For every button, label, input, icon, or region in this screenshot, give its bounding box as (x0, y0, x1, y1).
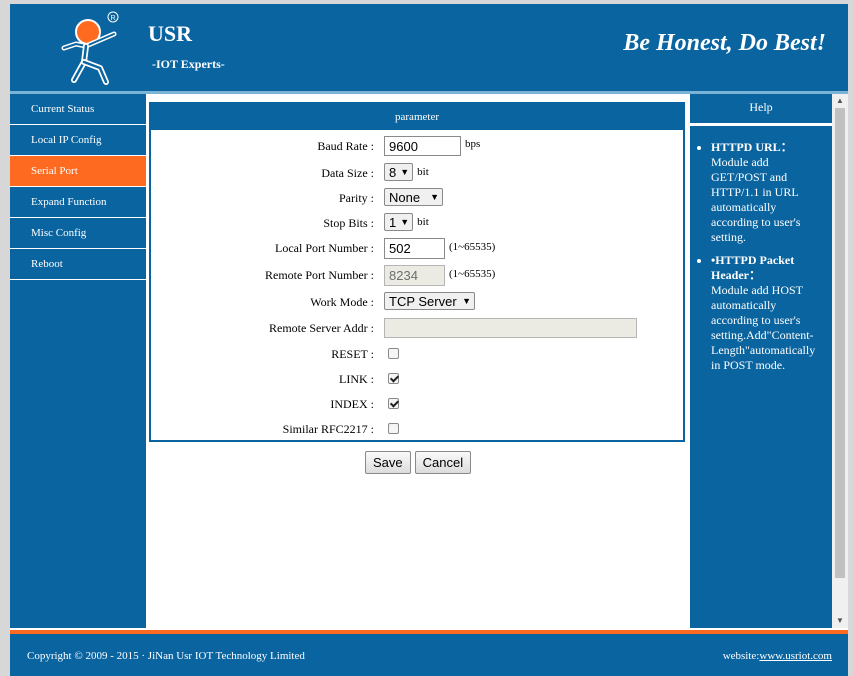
data-size-row: Data Size : 8 ▼ bit (151, 163, 683, 185)
sidebar: Current Status Local IP Config Serial Po… (10, 94, 146, 628)
parity-select[interactable]: None ▼ (384, 188, 443, 206)
chevron-down-icon: ▼ (400, 217, 410, 227)
page-header: R USR -IOT Experts- Be Honest, Do Best! (10, 4, 848, 94)
stop-bits-value: 1 (389, 214, 397, 230)
form-buttons: Save Cancel (365, 451, 472, 474)
save-button[interactable]: Save (365, 451, 411, 474)
sidebar-item-misc-config[interactable]: Misc Config (10, 218, 146, 249)
index-checkbox[interactable] (388, 398, 399, 409)
baud-rate-label: Baud Rate : (317, 139, 374, 153)
scroll-up-icon[interactable]: ▲ (832, 94, 848, 108)
remote-addr-input[interactable] (384, 318, 637, 338)
help-item-text: Module add GET/POST and HTTP/1.1 in URL … (711, 155, 801, 244)
help-list: HTTPD URL： Module add GET/POST and HTTP/… (690, 126, 832, 373)
window-frame-left (0, 0, 10, 676)
local-port-row: Local Port Number : 502 (1~65535) (151, 238, 683, 260)
work-mode-label: Work Mode : (310, 295, 374, 309)
page-footer: Copyright © 2009 - 2015 · JiNan Usr IOT … (10, 630, 848, 676)
sidebar-item-current-status[interactable]: Current Status (10, 94, 146, 125)
link-row: LINK : (151, 369, 683, 391)
sidebar-item-local-ip-config[interactable]: Local IP Config (10, 125, 146, 156)
link-checkbox[interactable] (388, 373, 399, 384)
stop-bits-unit: bit (417, 216, 429, 228)
local-port-label: Local Port Number : (275, 241, 374, 255)
index-row: INDEX : (151, 394, 683, 416)
chevron-down-icon: ▼ (462, 296, 471, 306)
copyright-text: Copyright © 2009 - 2015 · JiNan Usr IOT … (27, 650, 305, 662)
remote-addr-row: Remote Server Addr : (151, 318, 683, 340)
parity-value: None (389, 189, 421, 205)
brand-title: USR (148, 21, 193, 46)
remote-port-range: (1~65535) (449, 267, 496, 280)
scrollbar[interactable]: ▲ ▼ (832, 94, 848, 628)
website-link[interactable]: www.usriot.com (759, 650, 832, 662)
baud-rate-input[interactable]: 9600 (384, 136, 461, 156)
reset-checkbox[interactable] (388, 348, 399, 359)
sidebar-item-expand-function[interactable]: Expand Function (10, 187, 146, 218)
help-item: HTTPD URL： Module add GET/POST and HTTP/… (711, 140, 826, 245)
parity-row: Parity : None ▼ (151, 188, 683, 210)
baud-rate-row: Baud Rate : 9600 bps (151, 136, 683, 158)
usr-logo-icon: R (56, 10, 136, 86)
index-label: INDEX : (330, 397, 374, 411)
remote-port-input[interactable]: 8234 (384, 265, 445, 286)
work-mode-value: TCP Server (389, 293, 457, 309)
reset-row: RESET : (151, 344, 683, 366)
rfc2217-label: Similar RFC2217 : (282, 422, 374, 436)
help-item: •HTTPD Packet Header： Module add HOST au… (711, 253, 826, 373)
rfc2217-checkbox[interactable] (388, 423, 399, 434)
data-size-select[interactable]: 8 ▼ (384, 163, 414, 181)
scroll-down-icon[interactable]: ▼ (832, 614, 848, 628)
help-item-text: Module add HOST automatically according … (711, 283, 816, 372)
sidebar-item-serial-port[interactable]: Serial Port (10, 156, 146, 187)
help-panel: Help HTTPD URL： Module add GET/POST and … (690, 94, 832, 628)
local-port-range: (1~65535) (449, 240, 496, 253)
cancel-button[interactable]: Cancel (414, 451, 472, 474)
remote-port-row: Remote Port Number : 8234 (1~65535) (151, 265, 683, 287)
help-item-title: HTTPD URL： (711, 140, 793, 154)
work-mode-row: Work Mode : TCP Server ▼ (151, 292, 683, 314)
svg-text:R: R (111, 15, 116, 22)
brand-tagline: -IOT Experts- (152, 57, 225, 71)
website-info: website:www.usriot.com (723, 650, 832, 662)
help-title: Help (690, 94, 832, 126)
data-size-label: Data Size : (321, 166, 374, 180)
work-mode-select[interactable]: TCP Server ▼ (384, 292, 475, 310)
parameter-panel: parameter Baud Rate : 9600 bps Data Size… (149, 102, 685, 442)
link-label: LINK : (339, 372, 374, 386)
chevron-down-icon: ▼ (400, 167, 410, 177)
data-size-unit: bit (417, 166, 429, 178)
stop-bits-label: Stop Bits : (323, 216, 374, 230)
stop-bits-row: Stop Bits : 1 ▼ bit (151, 213, 683, 235)
scrollbar-thumb[interactable] (835, 108, 845, 578)
baud-rate-unit: bps (465, 138, 481, 150)
remote-addr-label: Remote Server Addr : (269, 321, 374, 335)
sidebar-item-reboot[interactable]: Reboot (10, 249, 146, 280)
remote-port-label: Remote Port Number : (265, 268, 374, 282)
reset-label: RESET : (331, 347, 374, 361)
chevron-down-icon: ▼ (430, 192, 439, 202)
website-label: website: (722, 650, 760, 662)
rfc2217-row: Similar RFC2217 : (151, 419, 683, 441)
local-port-input[interactable]: 502 (384, 238, 445, 259)
data-size-value: 8 (389, 164, 397, 180)
window-frame-right (848, 0, 854, 676)
help-item-title: •HTTPD Packet Header： (711, 253, 795, 282)
parity-label: Parity : (339, 191, 374, 205)
slogan: Be Honest, Do Best! (623, 30, 826, 56)
panel-title: parameter (151, 104, 683, 132)
stop-bits-select[interactable]: 1 ▼ (384, 213, 414, 231)
